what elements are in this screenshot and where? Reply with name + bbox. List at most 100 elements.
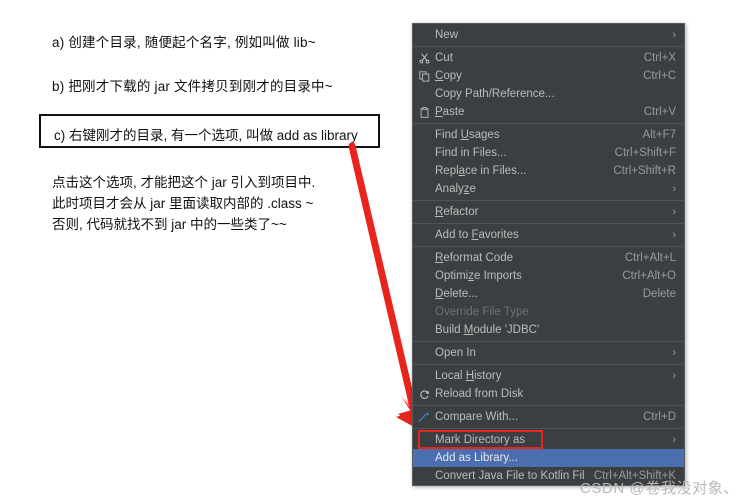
menu-item-shortcut: Alt+F7 xyxy=(642,129,676,141)
menu-item-cut[interactable]: Cut Ctrl+X xyxy=(413,49,684,67)
menu-item-shortcut: Ctrl+D xyxy=(643,411,676,423)
paragraph-line-3: 否则, 代码就找不到 jar 中的一些类了~~ xyxy=(52,217,287,232)
menu-item-icon-slot xyxy=(413,162,435,180)
menu-item-shortcut: Delete xyxy=(642,288,676,300)
menu-item-icon-slot xyxy=(413,85,435,103)
menu-item-shortcut: Ctrl+V xyxy=(643,106,676,118)
menu-separator xyxy=(413,200,684,201)
chevron-right-icon: › xyxy=(672,370,676,382)
menu-item-shortcut: Ctrl+Shift+R xyxy=(613,165,676,177)
menu-item-find-in-files[interactable]: Find in Files... Ctrl+Shift+F xyxy=(413,144,684,162)
paragraph-line-1: 点击这个选项, 才能把这个 jar 引入到项目中. xyxy=(52,175,316,190)
menu-item-reload-from-disk[interactable]: Reload from Disk xyxy=(413,385,684,403)
menu-separator xyxy=(413,223,684,224)
menu-item-open-in[interactable]: Open In › xyxy=(413,344,684,362)
menu-item-shortcut: Ctrl+X xyxy=(643,52,676,64)
menu-item-reformat-code[interactable]: Reformat Code Ctrl+Alt+L xyxy=(413,249,684,267)
clipboard-icon xyxy=(413,103,435,121)
menu-item-label: Refactor xyxy=(435,206,479,218)
chevron-right-icon: › xyxy=(672,229,676,241)
menu-item-icon-slot xyxy=(413,267,435,285)
menu-item-label: Add as Library... xyxy=(435,452,518,464)
menu-item-local-history[interactable]: Local History › xyxy=(413,367,684,385)
menu-item-label: Build Module 'JDBC' xyxy=(435,324,540,336)
menu-item-label: Copy Path/Reference... xyxy=(435,88,555,100)
explanation-paragraph: 点击这个选项, 才能把这个 jar 引入到项目中. 此时项目才会从 jar 里面… xyxy=(52,172,315,235)
menu-item-label: Paste xyxy=(435,106,465,118)
menu-item-label: Replace in Files... xyxy=(435,165,527,177)
menu-item-icon-slot xyxy=(413,144,435,162)
menu-item-add-to-favorites[interactable]: Add to Favorites › xyxy=(413,226,684,244)
menu-item-shortcut: Ctrl+Alt+O xyxy=(622,270,676,282)
menu-item-label: Mark Directory as xyxy=(435,434,526,446)
context-menu[interactable]: New › Cut Ctrl+X Copy Ctrl+C Copy Path/Referen… xyxy=(412,23,685,486)
menu-item-label: Find Usages xyxy=(435,129,500,141)
menu-item-label: Reformat Code xyxy=(435,252,513,264)
chevron-right-icon: › xyxy=(672,347,676,359)
menu-item-icon-slot xyxy=(413,367,435,385)
menu-item-label: Open In xyxy=(435,347,476,359)
menu-item-label: Delete... xyxy=(435,288,478,300)
menu-item-find-usages[interactable]: Find Usages Alt+F7 xyxy=(413,126,684,144)
menu-item-icon-slot xyxy=(413,26,435,44)
menu-item-analyze[interactable]: Analyze › xyxy=(413,180,684,198)
note-line-c: c) 右键刚才的目录, 有一个选项, 叫做 add as library xyxy=(54,128,358,143)
menu-item-icon-slot xyxy=(413,431,435,449)
menu-item-label: Local History xyxy=(435,370,502,382)
menu-item-copy[interactable]: Copy Ctrl+C xyxy=(413,67,684,85)
menu-item-label: Copy xyxy=(435,70,462,82)
menu-separator xyxy=(413,405,684,406)
chevron-right-icon: › xyxy=(672,206,676,218)
menu-item-add-as-library[interactable]: Add as Library... xyxy=(413,449,684,467)
paragraph-line-2: 此时项目才会从 jar 里面读取内部的 .class ~ xyxy=(52,196,314,211)
menu-item-refactor[interactable]: Refactor › xyxy=(413,203,684,221)
menu-separator xyxy=(413,46,684,47)
copy-icon xyxy=(413,67,435,85)
menu-item-copy-path-reference[interactable]: Copy Path/Reference... xyxy=(413,85,684,103)
menu-item-icon-slot xyxy=(413,226,435,244)
menu-separator xyxy=(413,246,684,247)
menu-item-label: Override File Type xyxy=(435,306,529,318)
note-line-b: b) 把刚才下载的 jar 文件拷贝到刚才的目录中~ xyxy=(52,79,333,94)
menu-item-label: Analyze xyxy=(435,183,476,195)
menu-item-shortcut: Ctrl+Alt+L xyxy=(624,252,676,264)
menu-item-icon-slot xyxy=(413,321,435,339)
menu-item-compare-with[interactable]: Compare With... Ctrl+D xyxy=(413,408,684,426)
menu-separator xyxy=(413,364,684,365)
menu-item-mark-directory-as[interactable]: Mark Directory as › xyxy=(413,431,684,449)
menu-item-build-module-jdbc[interactable]: Build Module 'JDBC' xyxy=(413,321,684,339)
menu-item-label: Reload from Disk xyxy=(435,388,524,400)
menu-item-icon-slot xyxy=(413,180,435,198)
menu-item-icon-slot xyxy=(413,249,435,267)
menu-separator xyxy=(413,123,684,124)
menu-separator xyxy=(413,341,684,342)
menu-item-paste[interactable]: Paste Ctrl+V xyxy=(413,103,684,121)
menu-item-icon-slot xyxy=(413,467,435,485)
watermark: CSDN @卷我没对象、 xyxy=(579,480,739,497)
menu-item-icon-slot xyxy=(413,203,435,221)
menu-separator xyxy=(413,428,684,429)
chevron-right-icon: › xyxy=(672,434,676,446)
menu-item-optimize-imports[interactable]: Optimize Imports Ctrl+Alt+O xyxy=(413,267,684,285)
menu-item-delete[interactable]: Delete... Delete xyxy=(413,285,684,303)
menu-item-new[interactable]: New › xyxy=(413,26,684,44)
menu-item-label: Optimize Imports xyxy=(435,270,522,282)
reload-icon xyxy=(413,385,435,403)
menu-item-label: Cut xyxy=(435,52,453,64)
menu-item-override-file-type: Override File Type xyxy=(413,303,684,321)
menu-item-label: Add to Favorites xyxy=(435,229,519,241)
compare-icon xyxy=(413,408,435,426)
menu-item-label: Find in Files... xyxy=(435,147,507,159)
menu-item-icon-slot xyxy=(413,126,435,144)
menu-item-shortcut: Ctrl+C xyxy=(643,70,676,82)
menu-item-icon-slot xyxy=(413,344,435,362)
chevron-right-icon: › xyxy=(672,29,676,41)
menu-item-icon-slot xyxy=(413,449,435,467)
chevron-right-icon: › xyxy=(672,183,676,195)
note-line-a: a) 创建个目录, 随便起个名字, 例如叫做 lib~ xyxy=(52,35,316,50)
annotation-notes: a) 创建个目录, 随便起个名字, 例如叫做 lib~ b) 把刚才下载的 ja… xyxy=(0,0,410,502)
menu-item-label: Compare With... xyxy=(435,411,519,423)
menu-item-label: Convert Java File to Kotlin File xyxy=(435,470,584,482)
menu-item-replace-in-files[interactable]: Replace in Files... Ctrl+Shift+R xyxy=(413,162,684,180)
highlighted-note-box: c) 右键刚才的目录, 有一个选项, 叫做 add as library xyxy=(39,114,380,148)
